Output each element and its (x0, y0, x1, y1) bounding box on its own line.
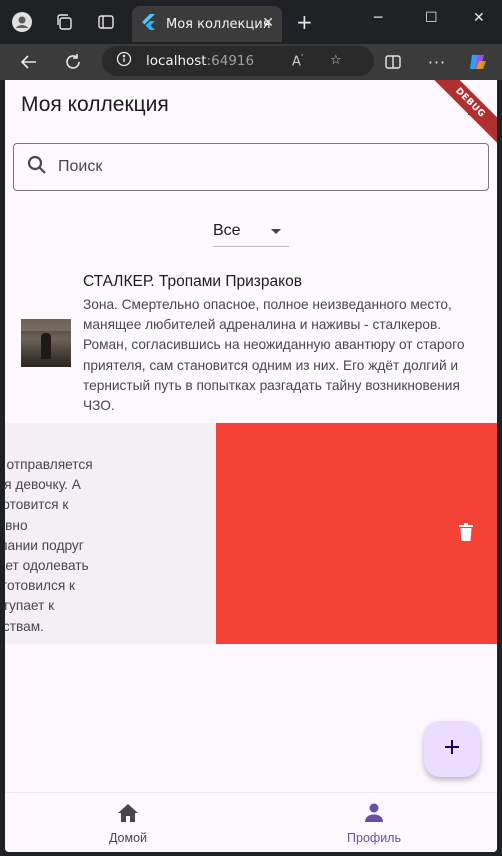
url-port: :64916 (206, 53, 255, 69)
url-host: localhost (146, 53, 207, 69)
list-item-content: н-маньяк Арт отправляется хожую на себя … (5, 423, 216, 644)
chevron-down-icon (271, 228, 281, 234)
maximize-icon[interactable]: ☐ (425, 10, 438, 26)
nav-item-home[interactable]: Домой (5, 793, 251, 852)
close-tab-icon[interactable]: ✕ (262, 15, 274, 31)
bottom-navigation: Домой Профиль (5, 792, 497, 852)
tab-title: Моя коллекция (166, 16, 271, 32)
browser-tab-bar: Моя коллекция ✕ + ─ ☐ ✕ (0, 0, 502, 44)
trash-icon (459, 523, 473, 545)
filter-selected: Все (213, 222, 241, 239)
back-icon[interactable] (17, 50, 41, 74)
item-title: СТАЛКЕР. Тропами Призраков (83, 273, 302, 290)
nav-item-profile[interactable]: Профиль (251, 793, 497, 852)
delete-background[interactable] (216, 423, 497, 644)
new-tab-icon[interactable]: + (296, 12, 313, 32)
workspaces-icon[interactable] (52, 10, 76, 34)
more-options-icon[interactable]: ··· (425, 50, 449, 74)
list-item-swiping[interactable]: н-маньяк Арт отправляется хожую на себя … (5, 423, 497, 644)
home-icon (117, 803, 139, 827)
info-icon[interactable] (116, 51, 132, 71)
nav-label-profile: Профиль (347, 831, 401, 845)
read-aloud-icon[interactable]: Aʼ (292, 53, 303, 69)
minimize-icon[interactable]: ─ (374, 10, 382, 26)
address-bar[interactable]: localhost:64916 Aʼ ☆ (102, 46, 374, 76)
profile-icon[interactable] (10, 10, 34, 34)
person-icon (364, 803, 384, 827)
copilot-icon[interactable] (466, 50, 490, 74)
item-description: Зона. Смертельно опасное, полное неизвед… (83, 297, 465, 414)
close-window-icon[interactable]: ✕ (473, 10, 485, 26)
favorite-star-icon[interactable]: ☆ (330, 53, 342, 68)
tab-actions-icon[interactable] (94, 10, 118, 34)
item-cover-image (21, 319, 71, 367)
browser-toolbar: localhost:64916 Aʼ ☆ ··· (0, 44, 502, 80)
plus-icon (443, 738, 461, 760)
add-button[interactable] (424, 721, 480, 777)
split-screen-icon[interactable] (381, 50, 405, 74)
item-description: н-маньяк Арт отправляется хожую на себя … (5, 457, 93, 634)
app-viewport: Моя коллекция DEBUG Поиск Все СТАЛКЕР. Т… (5, 80, 497, 852)
page-title: Моя коллекция (21, 93, 169, 116)
filter-dropdown[interactable]: Все (213, 216, 289, 247)
search-placeholder: Поиск (58, 158, 103, 175)
search-icon (26, 154, 48, 180)
nav-label-home: Домой (108, 831, 148, 845)
flutter-icon (142, 14, 156, 34)
browser-tab[interactable]: Моя коллекция ✕ (132, 6, 282, 42)
search-input[interactable]: Поиск (13, 143, 489, 191)
list-item[interactable]: СТАЛКЕР. Тропами Призраков Зона. Смертел… (5, 263, 497, 423)
debug-banner: DEBUG (424, 80, 497, 149)
refresh-icon[interactable] (61, 50, 85, 74)
